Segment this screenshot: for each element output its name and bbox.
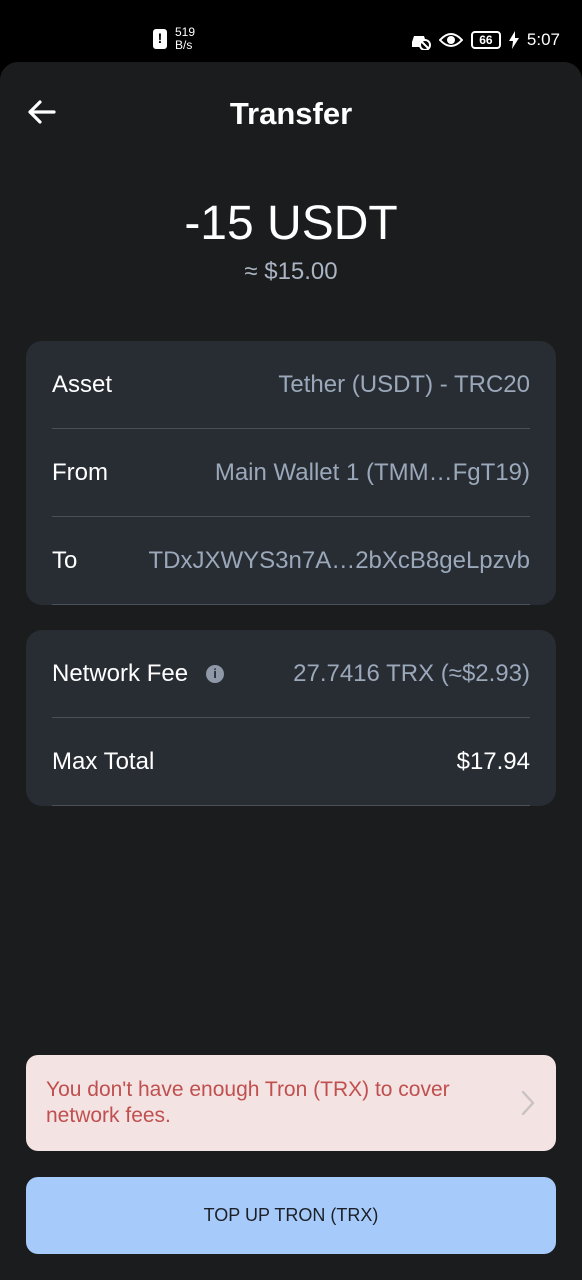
detail-value: Main Wallet 1 (TMM…FgT19) (214, 458, 530, 486)
top-app-bar: Transfer (0, 62, 582, 168)
fee-value: $17.94 (456, 747, 530, 775)
detail-label: Asset (52, 370, 113, 398)
info-icon[interactable]: i (206, 664, 225, 683)
transfer-details-card: Asset Tether (USDT) - TRC20 From Main Wa… (26, 341, 556, 605)
download-alert-icon (153, 29, 167, 49)
detail-value: Tether (USDT) - TRC20 (278, 370, 530, 398)
network-speed-unit: B/s (175, 38, 193, 52)
charging-bolt-icon (508, 31, 519, 49)
detail-row-from: From Main Wallet 1 (TMM…FgT19) (52, 429, 530, 517)
detail-row-asset: Asset Tether (USDT) - TRC20 (52, 341, 530, 429)
fee-summary-card: Network Fee i 27.7416 TRX (≈$2.93) Max T… (26, 630, 556, 806)
detail-label: From (52, 458, 108, 486)
fee-label: Network Fee (52, 659, 189, 687)
fee-row-max-total: Max Total $17.94 (52, 718, 530, 806)
eye-icon (438, 33, 463, 47)
insufficient-fee-warning[interactable]: You don't have enough Tron (TRX) to cove… (26, 1055, 556, 1151)
car-mode-icon (411, 36, 431, 50)
fee-row-network-fee: Network Fee i 27.7416 TRX (≈$2.93) (52, 630, 530, 718)
detail-value: TDxJXWYS3n7A…2bXcB8geLpzvb (148, 546, 530, 574)
fee-value: 27.7416 TRX (≈$2.93) (293, 659, 530, 687)
clock: 5:07 (526, 30, 560, 49)
status-bar: 519 B/s 66 5:07 (0, 0, 582, 62)
page-title: Transfer (229, 96, 353, 131)
status-icons: 66 5:07 (409, 30, 560, 50)
warning-text: You don't have enough Tron (TRX) to cove… (46, 1078, 450, 1127)
network-speed-indicator: 519 B/s (153, 26, 195, 52)
transfer-screen: Transfer -15 USDT ≈ $15.00 Asset Tether … (0, 62, 582, 1280)
detail-row-to: To TDxJXWYS3n7A…2bXcB8geLpzvb (52, 517, 530, 605)
fee-label: Max Total (52, 747, 155, 775)
transfer-amount-fiat: ≈ $15.00 (244, 258, 338, 285)
chevron-right-icon (521, 1090, 535, 1116)
transfer-amount: -15 USDT (184, 197, 398, 250)
top-up-tron-button[interactable]: TOP UP TRON (TRX) (26, 1177, 556, 1254)
battery-indicator: 66 (470, 31, 501, 49)
detail-label: To (52, 546, 78, 574)
